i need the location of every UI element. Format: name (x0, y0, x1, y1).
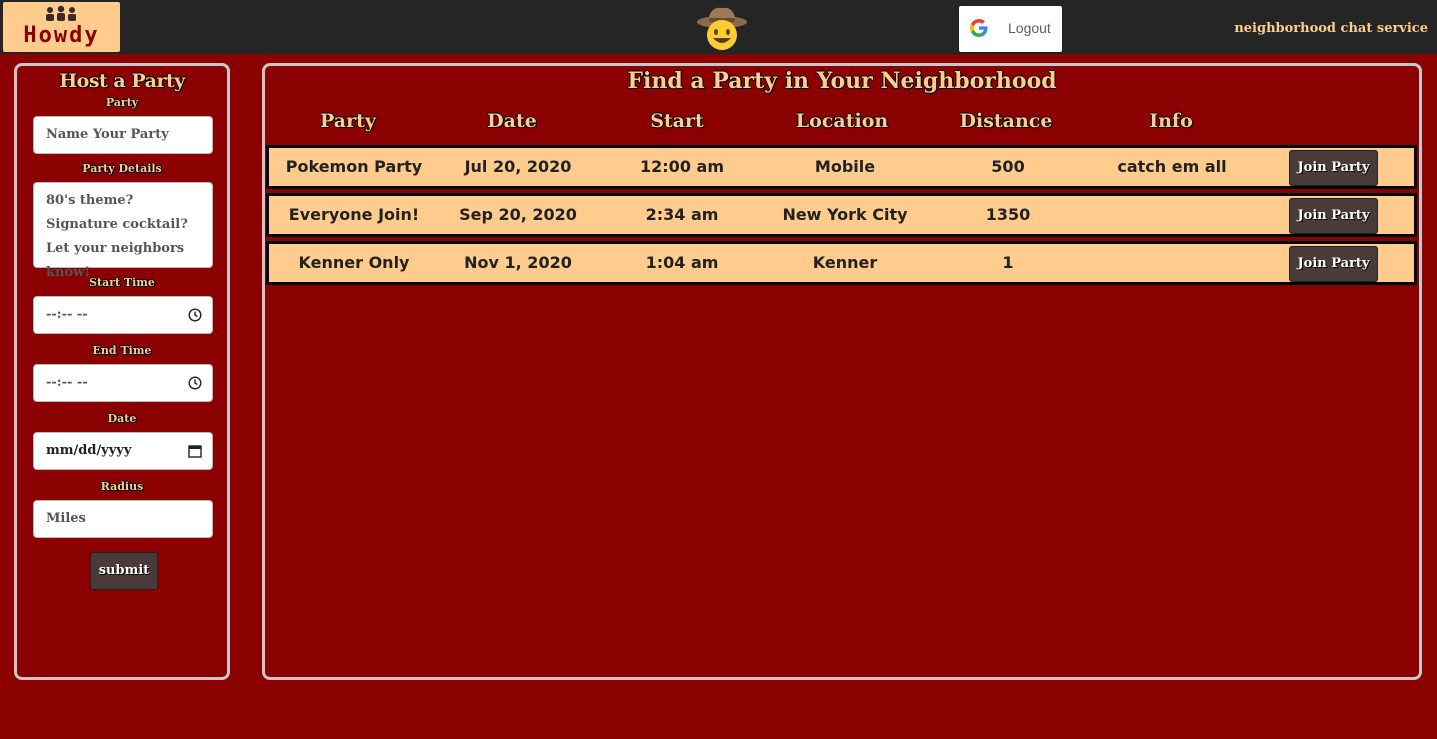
logout-label: Logout (1008, 20, 1051, 36)
party-row: Everyone Join! Sep 20, 2020 2:34 am New … (266, 193, 1417, 237)
party-date: Nov 1, 2020 (464, 253, 572, 272)
party-start: 12:00 am (640, 157, 724, 176)
logo-text: Howdy (23, 23, 100, 48)
google-logout-button[interactable]: Logout (959, 6, 1062, 52)
column-header-distance: Distance (959, 110, 1053, 132)
submit-button[interactable]: submit (90, 552, 158, 590)
clock-icon[interactable] (188, 376, 202, 390)
party-info (1087, 196, 1257, 234)
top-bar: Howdy Logout neighborhood chat service (0, 0, 1437, 54)
party-name: Everyone Join! (288, 205, 420, 224)
party-start: 2:34 am (645, 205, 719, 224)
party-location: New York City (782, 205, 908, 224)
party-location: Mobile (814, 157, 876, 176)
party-row: Pokemon Party Jul 20, 2020 12:00 am Mobi… (266, 145, 1417, 189)
host-party-title: Host a Party (59, 70, 185, 92)
party-distance: 1 (1002, 253, 1014, 272)
column-header-start: Start (650, 110, 704, 132)
column-header-location: Location (795, 110, 889, 132)
end-time-label: End Time (92, 344, 152, 357)
party-name: Kenner Only (298, 253, 410, 272)
end-time-value: --:-- -- (46, 375, 88, 390)
party-distance: 500 (991, 157, 1025, 176)
start-time-input[interactable]: --:-- -- (33, 296, 213, 334)
radius-label: Radius (100, 480, 144, 493)
date-label: Date (107, 412, 137, 425)
start-time-value: --:-- -- (46, 307, 88, 322)
find-party-panel: Find a Party in Your Neighborhood Party … (262, 63, 1422, 680)
party-date: Sep 20, 2020 (459, 205, 577, 224)
party-info: catch em all (1117, 157, 1227, 176)
party-name: Pokemon Party (285, 157, 423, 176)
join-party-button[interactable]: Join Party (1289, 246, 1378, 282)
join-party-button[interactable]: Join Party (1289, 150, 1378, 186)
party-date: Jul 20, 2020 (464, 157, 572, 176)
join-party-button[interactable]: Join Party (1289, 198, 1378, 234)
date-input[interactable]: mm/dd/yyyy (33, 432, 213, 470)
tagline: neighborhood chat service (1234, 21, 1428, 36)
column-header-info: Info (1149, 110, 1193, 132)
end-time-input[interactable]: --:-- -- (33, 364, 213, 402)
howdy-logo[interactable]: Howdy (3, 2, 120, 52)
party-info (1087, 244, 1257, 282)
column-header-date: Date (487, 110, 537, 132)
party-name-input[interactable]: Name Your Party (33, 116, 213, 154)
party-row: Kenner Only Nov 1, 2020 1:04 am Kenner 1… (266, 241, 1417, 285)
column-header-party: Party (320, 110, 376, 132)
party-start: 1:04 am (645, 253, 719, 272)
radius-input[interactable]: Miles (33, 500, 213, 538)
party-distance: 1350 (985, 205, 1031, 224)
calendar-icon[interactable] (188, 444, 202, 458)
people-icon (46, 5, 76, 21)
party-details-textarea[interactable]: 80's theme? Signature cocktail? Let your… (33, 182, 213, 280)
start-time-label: Start Time (89, 276, 155, 289)
party-details-label: Party Details (82, 162, 162, 175)
host-party-panel: Host a Party Party Name Your Party Party… (14, 63, 230, 680)
date-value: mm/dd/yyyy (46, 443, 132, 458)
google-icon (970, 19, 988, 37)
find-party-title: Find a Party in Your Neighborhood (627, 68, 1057, 94)
party-location: Kenner (812, 253, 878, 272)
clock-icon[interactable] (188, 308, 202, 322)
party-label: Party (105, 96, 139, 109)
cowboy-emoji-icon (697, 7, 747, 50)
